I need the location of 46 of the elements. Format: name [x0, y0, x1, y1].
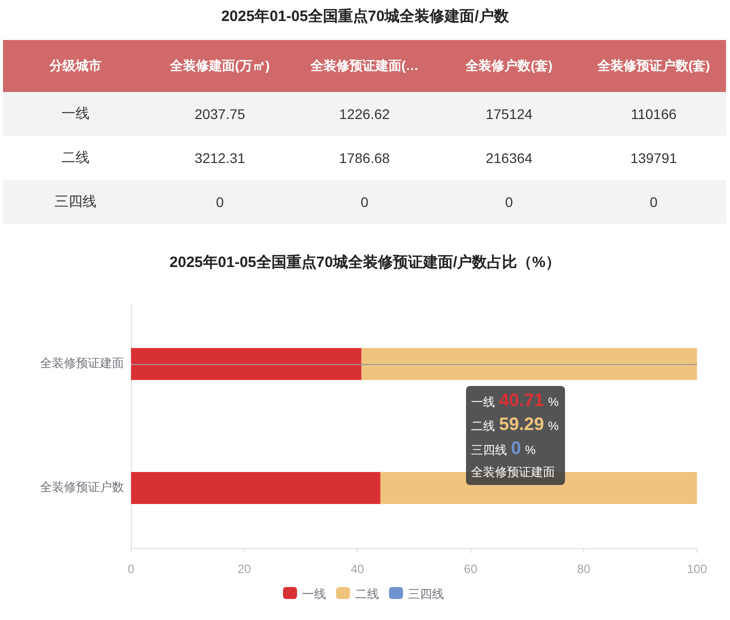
- legend-label[interactable]: 三四线: [408, 587, 444, 601]
- tooltip-title: 全装修预证建面: [471, 464, 556, 481]
- tooltip-label: 一线: [471, 394, 495, 411]
- table-cell: 2037.75: [148, 92, 292, 136]
- table-cell: 一线: [3, 92, 148, 136]
- column-header: 全装修预证户数(套): [581, 40, 726, 92]
- legend-label[interactable]: 一线: [302, 587, 326, 601]
- legend-swatch-icon[interactable]: [336, 587, 350, 599]
- table-cell: 二线: [3, 136, 148, 180]
- table-cell: 0: [581, 180, 726, 224]
- legend-label[interactable]: 二线: [355, 587, 379, 601]
- axis-label: 全装修预证户数: [40, 480, 124, 494]
- tooltip-value: 40.71: [499, 390, 544, 411]
- table-cell: 175124: [436, 92, 582, 136]
- legend-swatch-icon[interactable]: [389, 587, 403, 599]
- table-cell: 0: [436, 180, 582, 224]
- tooltip-unit: %: [548, 395, 559, 409]
- table-cell: 110166: [581, 92, 726, 136]
- column-header: 全装修预证建面(…: [292, 40, 437, 92]
- tooltip-unit: %: [525, 443, 536, 457]
- tick-label: 100: [686, 562, 708, 576]
- tooltip-unit: %: [548, 419, 559, 433]
- tick-label: 20: [238, 562, 251, 576]
- table-title: 2025年01-05全国重点70城全装修建面/户数: [220, 7, 510, 27]
- column-header: 分级城市: [3, 40, 148, 92]
- table-cell: 139791: [581, 136, 726, 180]
- tooltip-label: 二线: [471, 418, 495, 435]
- tooltip-value: 59.29: [499, 414, 544, 435]
- table-cell: 1786.68: [292, 136, 437, 180]
- table-cell: 0: [148, 180, 292, 224]
- table-cell: 0: [292, 180, 437, 224]
- column-header: 全装修户数(套): [436, 40, 582, 92]
- tooltip-value: 0: [511, 438, 522, 459]
- table-cell: 三四线: [3, 180, 148, 224]
- table-cell: 1226.62: [292, 92, 437, 136]
- tick-label: 40: [350, 562, 364, 576]
- legend-swatch-icon[interactable]: [283, 587, 297, 599]
- tick-label: 60: [464, 562, 478, 576]
- axis-label: 全装修预证建面: [40, 356, 124, 370]
- table-cell: 3212.31: [148, 136, 292, 180]
- table-cell: 216364: [436, 136, 582, 180]
- tooltip-label: 三四线: [471, 442, 507, 459]
- tick-label: 0: [128, 562, 134, 576]
- chart-title: 2025年01-05全国重点70城全装修预证建面/户数占比（%）: [168, 253, 562, 273]
- column-header: 全装修建面(万㎡): [148, 40, 292, 92]
- tick-label: 80: [577, 562, 590, 576]
